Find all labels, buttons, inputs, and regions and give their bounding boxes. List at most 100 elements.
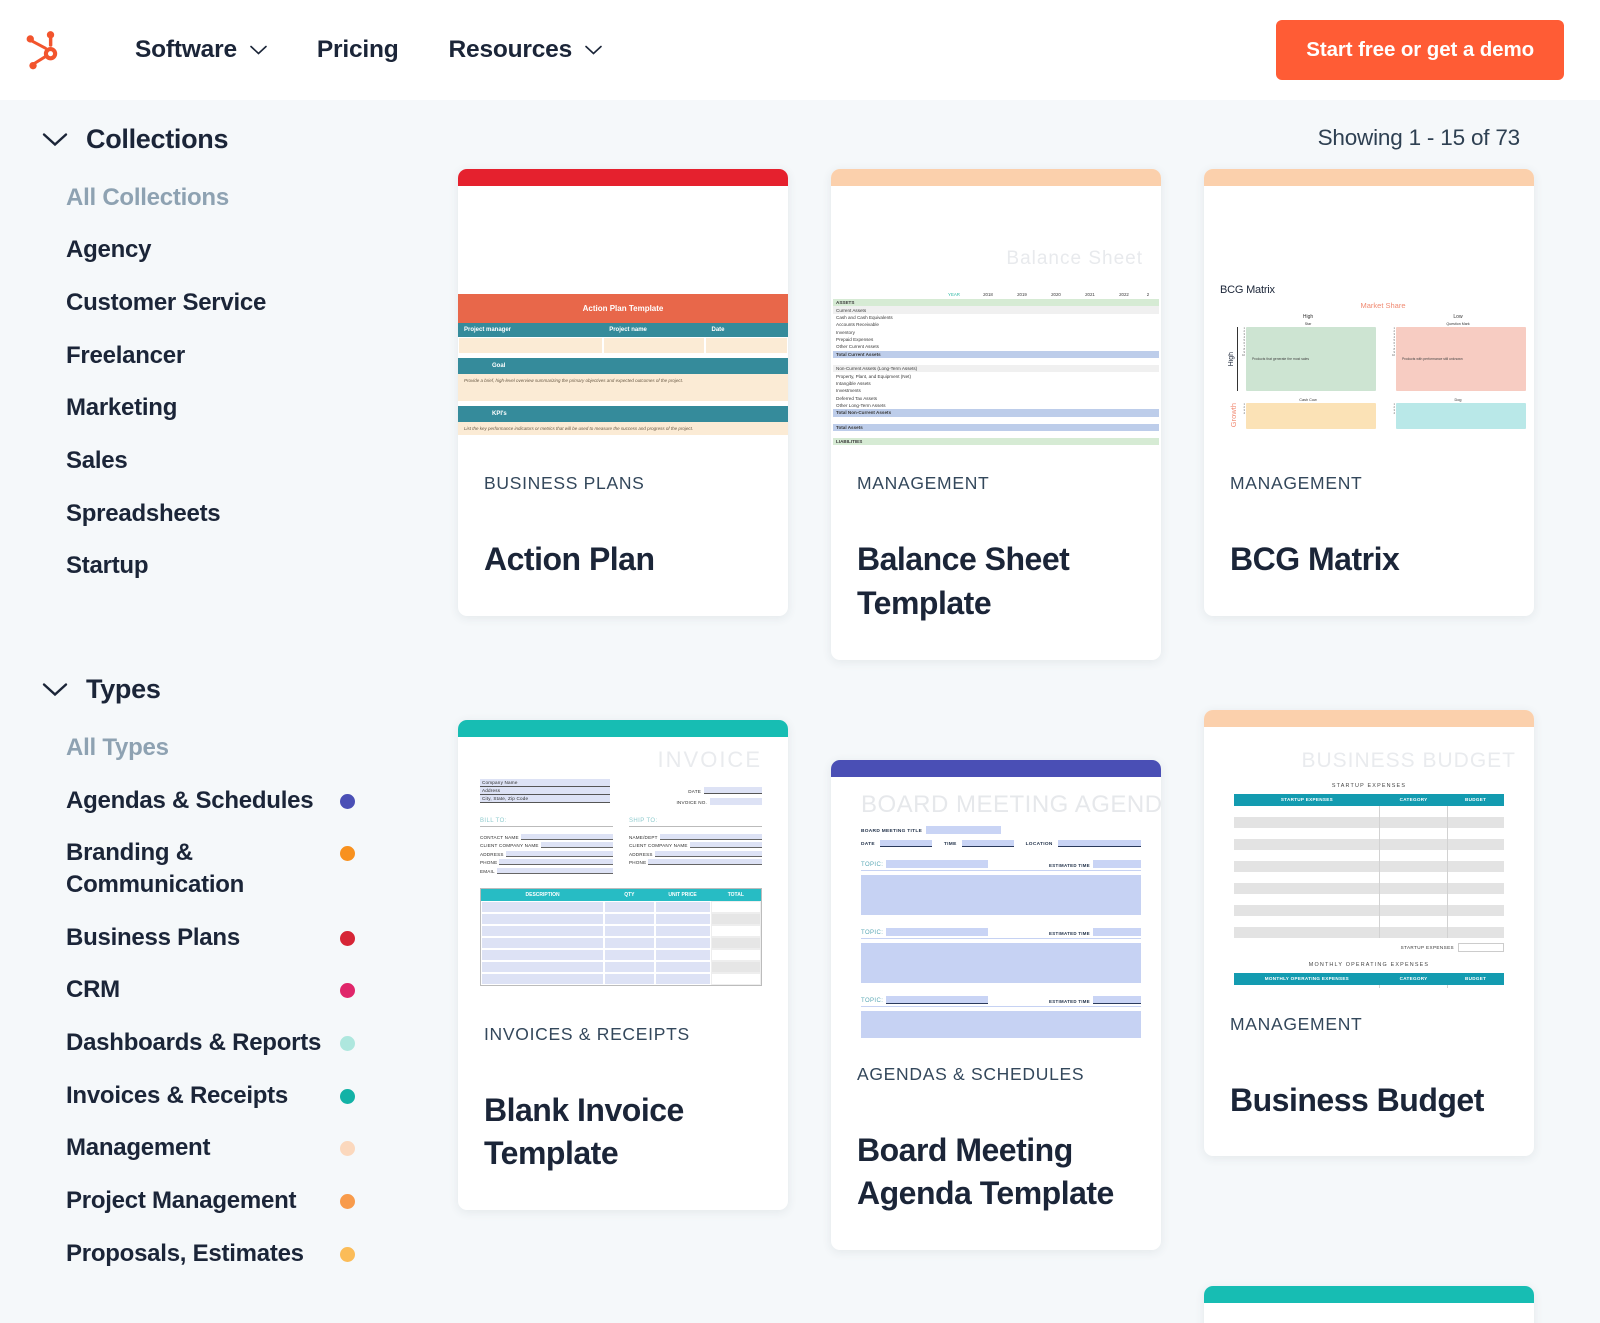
filter-spreadsheets[interactable]: Spreadsheets xyxy=(66,487,410,540)
bs-ghost-title: Balance Sheet xyxy=(1006,248,1143,269)
results-count: Showing 1 - 15 of 73 xyxy=(1317,125,1521,150)
ag-topic-label: TOPIC: xyxy=(861,997,884,1004)
filter-label: Business Plans xyxy=(66,923,240,951)
card-meta: INVOICES & RECEIPTS Blank Invoice Templa… xyxy=(458,998,788,1211)
card-title: Blank Invoice Template xyxy=(484,1091,684,1172)
bs-year: 2018 xyxy=(983,292,993,297)
filter-project-management[interactable]: Project Management xyxy=(66,1174,410,1227)
start-free-or-get-demo-button[interactable]: Start free or get a demo xyxy=(1276,20,1564,80)
chevron-down-icon xyxy=(42,132,68,147)
bd-rows-table-2 xyxy=(1234,984,1504,988)
template-card-blank-invoice[interactable]: INVOICE Company Name Address City, State… xyxy=(458,719,788,1211)
bd-section-caption: STARTUP EXPENSES xyxy=(1331,782,1407,789)
bs-row-label: Prepaid Expenses xyxy=(836,337,874,343)
template-card-balance-sheet[interactable]: Balance Sheet YEAR 2018 2019 2020 2021 2… xyxy=(831,169,1161,660)
bcg-quadrant-name: Dog xyxy=(1454,398,1462,402)
template-thumbnail: BUSINESS BUDGET STARTUP EXPENSES STARTUP… xyxy=(1204,709,1534,988)
filter-branding-communication[interactable]: Branding & Communication xyxy=(66,827,410,911)
inv-field-label: ADDRESS xyxy=(480,851,504,857)
type-color-dot xyxy=(340,793,355,809)
bs-row-label: Cash and Cash Equivalents xyxy=(836,314,893,320)
bs-row-label: Other Long-Term Assets xyxy=(836,403,886,409)
bd-table-header: CATEGORY xyxy=(1379,793,1448,806)
bcg-row-label-high: High xyxy=(1228,351,1235,367)
bs-year: 2022 xyxy=(1119,292,1129,297)
inv-right-label: INVOICE NO. xyxy=(676,799,707,805)
template-card-action-plan[interactable]: Action Plan Template Project manager Pro… xyxy=(458,169,788,616)
thumbnail-artwork: INVOICE Company Name Address City, State… xyxy=(458,737,788,998)
inv-company-line: Address xyxy=(480,786,610,795)
inv-field-label: PHONE xyxy=(629,860,647,866)
bs-rows-table: ASSETS Current Assets Cash and Cash Equi… xyxy=(833,299,1159,447)
facet-title: Collections xyxy=(86,124,229,154)
filter-marketing[interactable]: Marketing xyxy=(66,382,410,435)
ap-col-header: Project manager xyxy=(458,323,604,337)
template-card-partial-next-row[interactable] xyxy=(1204,1286,1534,1323)
inv-field-label: CLIENT COMPANY NAME xyxy=(629,843,688,849)
template-card-bcg-matrix[interactable]: BCG Matrix Market Share High Low Star Qu… xyxy=(1204,169,1534,616)
collections-list: All Collections Agency Customer Service … xyxy=(42,161,410,592)
bs-row-label: Accounts Receivable xyxy=(836,322,879,328)
bs-row-label: Property, Plant, and Equipment (Net) xyxy=(836,373,911,379)
facet-types-toggle[interactable]: Types xyxy=(42,658,410,711)
bcg-quadrant-caption: Products with performance still unknown xyxy=(1402,357,1463,361)
filter-crm[interactable]: CRM xyxy=(66,964,410,1017)
bs-year: 2 xyxy=(1146,292,1150,297)
filter-label: Freelancer xyxy=(66,341,185,369)
templates-gallery-page: Software Pricing Resources Start free or… xyxy=(0,0,1600,1323)
nav-item-resources[interactable]: Resources xyxy=(424,26,628,74)
filter-invoices-receipts[interactable]: Invoices & Receipts xyxy=(66,1069,410,1122)
filter-agendas-schedules[interactable]: Agendas & Schedules xyxy=(66,774,410,827)
nav-item-pricing[interactable]: Pricing xyxy=(292,26,424,74)
thumbnail-accent-bar xyxy=(458,169,788,186)
ap-col-header: Project name xyxy=(603,323,706,337)
filter-startup[interactable]: Startup xyxy=(66,540,410,593)
bs-row-label: Other Current Assets xyxy=(836,344,879,350)
ag-meta-label: DATE xyxy=(861,841,875,847)
type-color-dot xyxy=(340,1035,355,1051)
bd-section-caption: MONTHLY OPERATING EXPENSES xyxy=(1308,961,1430,968)
inv-company-line: Company Name xyxy=(480,778,610,787)
filter-customer-service[interactable]: Customer Service xyxy=(66,276,410,329)
ag-title-label: BOARD MEETING TITLE xyxy=(861,828,923,834)
filter-freelancer[interactable]: Freelancer xyxy=(66,329,410,382)
bcg-col-label-high: High xyxy=(1302,314,1314,320)
card-title: Business Budget xyxy=(1230,1081,1484,1118)
card-category: MANAGEMENT xyxy=(857,473,990,493)
template-card-business-budget[interactable]: BUSINESS BUDGET STARTUP EXPENSES STARTUP… xyxy=(1204,709,1534,1157)
bs-row-label: ASSETS xyxy=(836,300,855,306)
ag-meta-label: TIME xyxy=(943,841,957,847)
hubspot-logo-icon[interactable] xyxy=(18,23,72,77)
filter-management[interactable]: Management xyxy=(66,1122,410,1175)
filter-agency[interactable]: Agency xyxy=(66,224,410,277)
card-meta: BUSINESS PLANS Action Plan xyxy=(458,447,788,616)
type-color-dot xyxy=(340,1088,355,1104)
type-color-dot xyxy=(340,1246,355,1262)
ap-section-kpi: KPI's xyxy=(458,406,788,422)
type-color-dot xyxy=(340,1193,355,1209)
inv-table-header: UNIT PRICE xyxy=(654,888,711,901)
template-card-board-meeting-agenda[interactable]: BOARD MEETING AGENDA BOARD MEETING TITLE… xyxy=(831,759,1161,1251)
templates-grid: Action Plan Template Project manager Pro… xyxy=(458,151,1560,1323)
filter-all-collections[interactable]: All Collections xyxy=(66,171,410,224)
top-navigation-bar: Software Pricing Resources Start free or… xyxy=(0,0,1600,100)
thumbnail-artwork: Action Plan Template Project manager Pro… xyxy=(458,186,788,447)
bcg-x-axis-label: Market Share xyxy=(1360,301,1406,310)
bs-row-label: Inventory xyxy=(836,329,855,335)
facet-collections-toggle[interactable]: Collections xyxy=(42,108,410,161)
filters-sidebar: Collections All Collections Agency Custo… xyxy=(0,100,440,1280)
facet-types: Types All Types Agendas & Schedules Bran… xyxy=(42,650,410,1279)
filter-business-plans[interactable]: Business Plans xyxy=(66,911,410,964)
inv-ghost-title: INVOICE xyxy=(657,746,762,772)
bs-row-label: Total Non-Current Assets xyxy=(836,410,892,416)
filter-proposals-estimates[interactable]: Proposals, Estimates xyxy=(66,1227,410,1280)
bd-ghost-title: BUSINESS BUDGET xyxy=(1301,748,1516,772)
filter-dashboards-reports[interactable]: Dashboards & Reports xyxy=(66,1016,410,1069)
filter-sales[interactable]: Sales xyxy=(66,434,410,487)
nav-item-software[interactable]: Software xyxy=(110,26,292,74)
filter-all-types[interactable]: All Types xyxy=(66,721,410,774)
bs-row-label: Current Assets xyxy=(836,307,867,313)
filter-label: Marketing xyxy=(66,394,178,422)
bs-row-label: Intangible Assets xyxy=(836,380,871,386)
ap-kpi-note: List the key performance indicators or m… xyxy=(458,422,788,435)
